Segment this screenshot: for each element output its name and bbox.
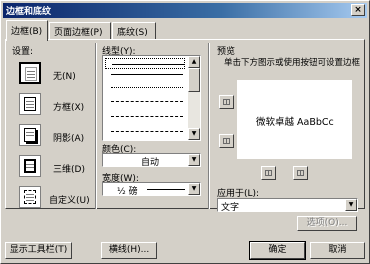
line-style-dashed-fine[interactable] [105, 96, 185, 107]
setting-box-label[interactable]: 方框(X) [53, 100, 84, 113]
tab-shading[interactable]: 底纹(S) [112, 22, 156, 39]
apply-to-select[interactable]: 文字 ▼ [217, 198, 358, 213]
bottom-border-button[interactable] [219, 134, 234, 148]
divider [95, 43, 97, 209]
border-left-icon [265, 170, 272, 176]
close-button[interactable]: × [351, 4, 365, 16]
settings-heading: 设置: [12, 47, 34, 57]
width-value: ½ 磅 [117, 187, 138, 197]
border-right-icon [297, 170, 304, 176]
preview-hint: 单击下方图示或使用按钮可设置边框 [224, 58, 361, 68]
setting-none-icon[interactable] [19, 62, 41, 84]
line-style-dash-dot[interactable] [105, 126, 185, 137]
width-sample-line [147, 189, 185, 190]
title-bar[interactable]: 边框和底纹 × [3, 3, 367, 18]
tab-borders[interactable]: 边框(B) [6, 20, 48, 41]
options-button[interactable]: 选项(O)... [297, 216, 357, 231]
color-value: 自动 [141, 158, 160, 168]
scroll-up-icon[interactable]: ▲ [188, 56, 200, 68]
window-title: 边框和底纹 [6, 7, 52, 17]
line-style-dotted[interactable] [105, 82, 185, 93]
color-select[interactable]: 自动 ▼ [102, 153, 201, 168]
border-bottom-icon [223, 138, 230, 144]
line-style-list[interactable]: ▲ ▼ [102, 55, 201, 141]
cancel-button[interactable]: 取消 [310, 242, 365, 259]
borders-shading-dialog: 边框和底纹 × 边框(B) 页面边框(P) 底纹(S) 设置: 无(N) 方框(… [0, 0, 370, 264]
setting-none-label[interactable]: 无(N) [53, 69, 76, 82]
chevron-down-icon[interactable]: ▼ [345, 199, 357, 211]
setting-3d-icon[interactable] [19, 155, 41, 177]
preview-sample-text: 微软卓越 AaBbCc [256, 117, 334, 128]
line-style-thin[interactable] [105, 69, 185, 80]
setting-custom-icon[interactable] [19, 186, 41, 208]
right-border-button[interactable] [293, 166, 308, 180]
line-style-solid[interactable] [105, 58, 185, 69]
border-top-icon [223, 99, 230, 105]
apply-to-value: 文字 [221, 203, 240, 213]
setting-shadow-icon[interactable] [19, 124, 41, 146]
tab-page-border[interactable]: 页面边框(P) [49, 22, 111, 39]
line-style-scrollbar[interactable]: ▲ ▼ [188, 56, 200, 140]
chevron-down-icon[interactable]: ▼ [188, 154, 200, 166]
ok-button[interactable]: 确定 [249, 241, 306, 260]
setting-shadow-label[interactable]: 阴影(A) [53, 131, 84, 144]
scroll-thumb[interactable] [188, 68, 200, 92]
width-select[interactable]: ½ 磅 ▼ [102, 182, 201, 197]
show-toolbar-button[interactable]: 显示工具栏(T) [5, 242, 72, 259]
divider [208, 43, 210, 209]
horizontal-line-button[interactable]: 横线(H)... [101, 242, 157, 259]
chevron-down-icon[interactable]: ▼ [188, 183, 200, 195]
scroll-down-icon[interactable]: ▼ [188, 128, 200, 140]
close-icon: × [354, 5, 362, 15]
setting-custom-label[interactable]: 自定义(U) [49, 193, 90, 206]
setting-box-icon[interactable] [19, 93, 41, 115]
setting-3d-label[interactable]: 三维(D) [53, 162, 85, 175]
preview-area[interactable]: 微软卓越 AaBbCc [237, 80, 352, 159]
line-style-dashed[interactable] [105, 111, 185, 122]
left-border-button[interactable] [261, 166, 276, 180]
top-border-button[interactable] [219, 95, 234, 109]
